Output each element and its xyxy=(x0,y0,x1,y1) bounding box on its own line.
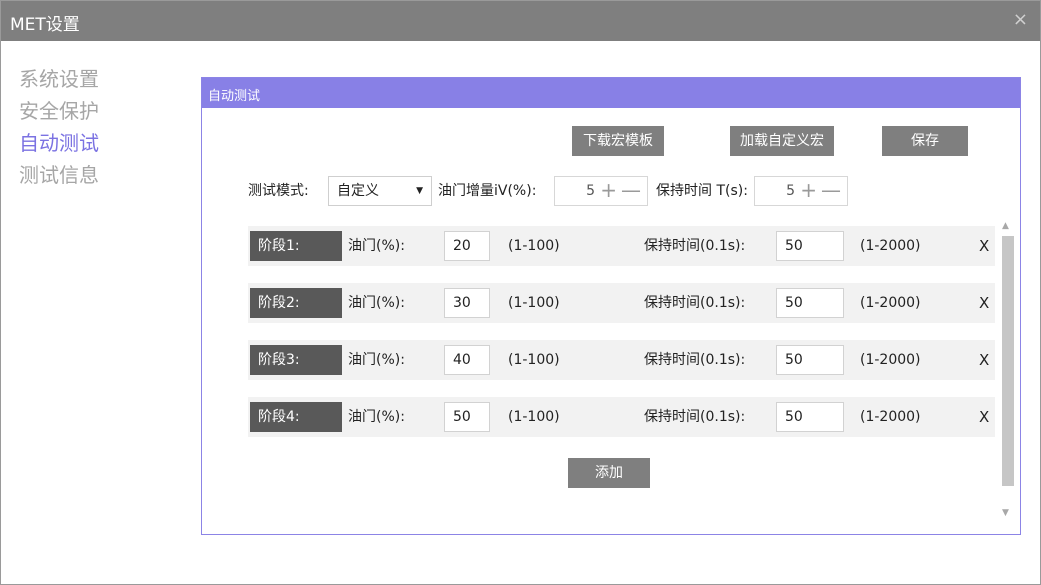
sidebar-item-test-info[interactable]: 测试信息 xyxy=(19,159,159,191)
stage-throttle-label: 油门(%): xyxy=(348,238,405,254)
delete-stage-button[interactable]: X xyxy=(979,402,989,432)
scrollbar-thumb[interactable] xyxy=(1002,236,1014,486)
stage-throttle-range: (1-100) xyxy=(508,295,560,311)
stage-hold-label: 保持时间(0.1s): xyxy=(644,238,746,254)
stage-row: 阶段3: 油门(%): 40 (1-100) 保持时间(0.1s): 50 (1… xyxy=(248,340,995,380)
stage-throttle-range: (1-100) xyxy=(508,238,560,254)
test-mode-select[interactable]: 自定义 ▼ xyxy=(328,176,432,206)
save-button[interactable]: 保存 xyxy=(882,126,968,156)
auto-test-panel: 自动测试 下载宏模板 加载自定义宏 保存 测试模式: 自定义 ▼ 油门增量iV(… xyxy=(201,77,1021,535)
panel-header: 自动测试 xyxy=(202,78,1020,108)
throttle-increment-value: 5 xyxy=(586,183,595,199)
scroll-down-arrow-icon[interactable]: ▼ xyxy=(1002,508,1009,518)
test-mode-label: 测试模式: xyxy=(248,183,309,199)
plus-icon[interactable]: + xyxy=(800,177,817,203)
stage-hold-range: (1-2000) xyxy=(860,295,921,311)
stage-hold-label: 保持时间(0.1s): xyxy=(644,295,746,311)
stage-hold-input[interactable]: 50 xyxy=(776,231,844,261)
stage-throttle-label: 油门(%): xyxy=(348,295,405,311)
hold-time-stepper[interactable]: 5 + — xyxy=(754,176,848,206)
minus-icon[interactable]: — xyxy=(621,177,641,203)
stage-row: 阶段1: 油门(%): 20 (1-100) 保持时间(0.1s): 50 (1… xyxy=(248,226,995,266)
stage-hold-label: 保持时间(0.1s): xyxy=(644,352,746,368)
stage-hold-input[interactable]: 50 xyxy=(776,402,844,432)
throttle-increment-label: 油门增量iV(%): xyxy=(438,183,537,199)
title-bar[interactable]: MET设置 × xyxy=(1,1,1040,41)
sidebar-item-auto-test[interactable]: 自动测试 xyxy=(19,127,159,159)
stage-badge: 阶段3: xyxy=(250,345,342,375)
stage-throttle-input[interactable]: 40 xyxy=(444,345,490,375)
close-icon[interactable]: × xyxy=(1013,10,1028,30)
met-settings-window: MET设置 × 系统设置 安全保护 自动测试 测试信息 自动测试 下载宏模板 加… xyxy=(0,0,1041,585)
stage-throttle-input[interactable]: 50 xyxy=(444,402,490,432)
stage-row: 阶段2: 油门(%): 30 (1-100) 保持时间(0.1s): 50 (1… xyxy=(248,283,995,323)
load-custom-macro-button[interactable]: 加载自定义宏 xyxy=(730,126,834,156)
hold-time-label: 保持时间 T(s): xyxy=(656,183,748,199)
sidebar-item-system-settings[interactable]: 系统设置 xyxy=(19,63,159,95)
throttle-increment-stepper[interactable]: 5 + — xyxy=(554,176,648,206)
scroll-up-arrow-icon[interactable]: ▲ xyxy=(1002,221,1009,231)
stage-row: 阶段4: 油门(%): 50 (1-100) 保持时间(0.1s): 50 (1… xyxy=(248,397,995,437)
add-stage-button[interactable]: 添加 xyxy=(568,458,650,488)
stage-badge: 阶段2: xyxy=(250,288,342,318)
download-template-button[interactable]: 下载宏模板 xyxy=(572,126,664,156)
stage-throttle-input[interactable]: 20 xyxy=(444,231,490,261)
plus-icon[interactable]: + xyxy=(600,177,617,203)
hold-time-value: 5 xyxy=(786,183,795,199)
test-mode-value: 自定义 xyxy=(337,183,379,199)
window-title: MET设置 xyxy=(10,15,80,35)
delete-stage-button[interactable]: X xyxy=(979,345,989,375)
stage-hold-label: 保持时间(0.1s): xyxy=(644,409,746,425)
sidebar-nav: 系统设置 安全保护 自动测试 测试信息 xyxy=(19,63,159,191)
stage-hold-input[interactable]: 50 xyxy=(776,288,844,318)
stage-throttle-label: 油门(%): xyxy=(348,409,405,425)
stage-hold-range: (1-2000) xyxy=(860,352,921,368)
minus-icon[interactable]: — xyxy=(821,177,841,203)
stage-throttle-range: (1-100) xyxy=(508,352,560,368)
stage-throttle-range: (1-100) xyxy=(508,409,560,425)
stage-throttle-label: 油门(%): xyxy=(348,352,405,368)
stage-throttle-input[interactable]: 30 xyxy=(444,288,490,318)
stage-hold-range: (1-2000) xyxy=(860,238,921,254)
stage-hold-range: (1-2000) xyxy=(860,409,921,425)
dropdown-caret-icon: ▼ xyxy=(416,186,423,196)
stage-badge: 阶段1: xyxy=(250,231,342,261)
panel-title: 自动测试 xyxy=(208,89,261,104)
stage-hold-input[interactable]: 50 xyxy=(776,345,844,375)
sidebar-item-safety-protection[interactable]: 安全保护 xyxy=(19,95,159,127)
delete-stage-button[interactable]: X xyxy=(979,288,989,318)
delete-stage-button[interactable]: X xyxy=(979,231,989,261)
stage-badge: 阶段4: xyxy=(250,402,342,432)
